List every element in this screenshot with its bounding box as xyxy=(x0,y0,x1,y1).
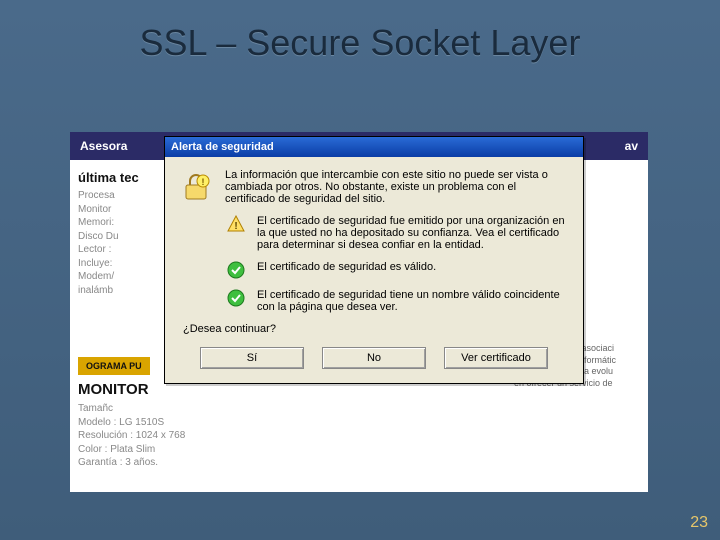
dialog-item: ! El certificado de seguridad fue emitid… xyxy=(225,215,569,251)
monitor-spec-line: Tamañc xyxy=(78,402,640,416)
dialog-intro-row: ! La información que intercambie con est… xyxy=(179,169,569,205)
check-circle-icon xyxy=(225,261,247,279)
no-button[interactable]: No xyxy=(322,347,426,369)
monitor-spec-line: Modelo : LG 1510S xyxy=(78,416,640,430)
lock-warning-icon: ! xyxy=(179,169,213,205)
dialog-item-list: ! El certificado de seguridad fue emitid… xyxy=(225,215,569,313)
bg-topbar-right: av xyxy=(625,139,638,153)
monitor-spec-line: Resolución : 1024 x 768 xyxy=(78,429,640,443)
svg-text:!: ! xyxy=(234,221,237,232)
bg-monitor-specs: Tamañc Modelo : LG 1510S Resolución : 10… xyxy=(78,402,640,470)
dialog-titlebar: Alerta de seguridad xyxy=(165,137,583,157)
dialog-intro-text: La información que intercambie con este … xyxy=(225,169,569,205)
slide-title: SSL – Secure Socket Layer xyxy=(0,22,720,64)
view-certificate-button[interactable]: Ver certificado xyxy=(444,347,548,369)
dialog-item-text: El certificado de seguridad es válido. xyxy=(257,261,436,279)
warning-triangle-icon: ! xyxy=(225,215,247,251)
security-alert-dialog: Alerta de seguridad ! La información que… xyxy=(164,136,584,384)
yes-button[interactable]: Sí xyxy=(200,347,304,369)
dialog-body: ! La información que intercambie con est… xyxy=(165,157,583,383)
check-circle-icon xyxy=(225,289,247,313)
bg-topbar-left: Asesora xyxy=(80,139,127,153)
monitor-spec-line: Color : Plata Slim xyxy=(78,443,640,457)
slide-page-number: 23 xyxy=(690,514,708,532)
monitor-spec-line: Garantía : 3 años. xyxy=(78,456,640,470)
svg-text:!: ! xyxy=(202,177,205,187)
dialog-button-row: Sí No Ver certificado xyxy=(179,347,569,369)
dialog-item-text: El certificado de seguridad tiene un nom… xyxy=(257,289,569,313)
dialog-item: El certificado de seguridad tiene un nom… xyxy=(225,289,569,313)
dialog-item: El certificado de seguridad es válido. xyxy=(225,261,569,279)
bg-yellow-banner: OGRAMA PU xyxy=(78,357,150,375)
dialog-item-text: El certificado de seguridad fue emitido … xyxy=(257,215,569,251)
dialog-question: ¿Desea continuar? xyxy=(183,323,569,335)
